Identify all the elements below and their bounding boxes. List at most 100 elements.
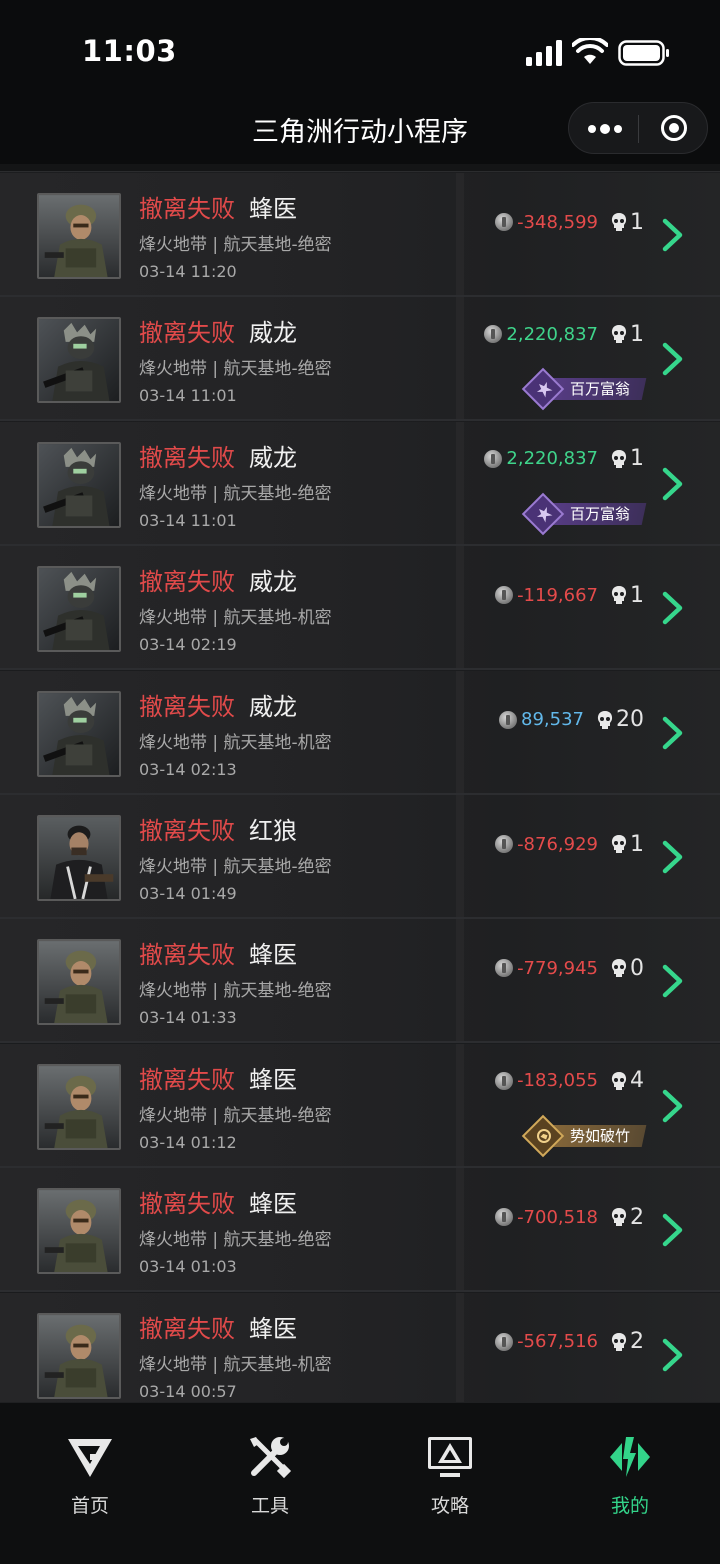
match-time: 03-14 02:19 — [139, 635, 237, 655]
operator-avatar — [37, 1063, 121, 1150]
operator-name: 红狼 — [249, 817, 297, 845]
operator-name: 蜂医 — [249, 1314, 297, 1343]
map-mode-label: 烽火地带 | 航天基地-机密 — [139, 1354, 332, 1375]
status-bar: 11:03 — [0, 0, 720, 100]
operator-portrait-icon — [39, 1190, 119, 1273]
operator-name: 威龙 — [249, 692, 297, 721]
match-stats: -779,945 0 — [495, 953, 644, 983]
operator-portrait-icon — [39, 568, 119, 651]
operator-avatar — [37, 1188, 121, 1275]
extraction-status: 撤离失败 — [139, 1065, 235, 1094]
operator-avatar — [37, 815, 121, 901]
tab-tools[interactable]: 工具 — [220, 1433, 320, 1523]
badge-label: 百万富翁 — [570, 504, 631, 523]
skull-kills-icon — [611, 325, 627, 344]
tab-label: 攻略 — [430, 1495, 469, 1517]
nav-bar: 三角洲行动小程序 — [0, 100, 720, 164]
operator-name: 威龙 — [249, 568, 297, 597]
currency-coin-icon — [495, 1208, 514, 1227]
match-time: 03-14 01:03 — [139, 1257, 237, 1277]
tab-label: 工具 — [250, 1495, 289, 1517]
match-record-row[interactable]: 撤离失败 蜂医烽火地带 | 航天基地-机密 03-14 00:57 -567,516 2 — [0, 1292, 720, 1402]
match-record-row[interactable]: 撤离失败 蜂医 烽火地带 | 航天基地-绝密 03-14 01:33 -779,945 0 — [0, 919, 720, 1044]
skull-kills-icon — [611, 959, 627, 978]
kill-count: 1 — [630, 446, 644, 472]
map-mode-label: 烽火地带 | 航天基地-绝密 — [139, 1105, 332, 1126]
map-mode-label: 烽火地带 | 航天基地-绝密 — [139, 483, 332, 504]
map-mode-label: 烽火地带 | 航天基地-绝密 — [139, 359, 332, 380]
match-time: 03-14 00:57 — [139, 1381, 237, 1401]
match-record-row[interactable]: 撤离失败 蜂医 烽火地带 | 航天基地-绝密 03-14 11:20 -348,599 1 — [0, 173, 720, 297]
match-record-list[interactable]: 撤离失败 蜂医 烽火地带 | 航天基地-绝密 03-14 11:20 -348,599 1… — [0, 164, 720, 1402]
skull-kills-icon — [611, 213, 627, 231]
match-record-row[interactable]: 撤离失败 蜂医 烽火地带 | 航天基地-绝密 03-14 01:12 -183,055 4… — [0, 1043, 720, 1168]
more-button[interactable] — [569, 103, 638, 153]
chevron-right-icon — [662, 965, 683, 998]
extraction-status: 撤离失败 — [139, 443, 235, 472]
map-mode-label: 烽火地带 | 航天基地-机密 — [139, 608, 332, 629]
more-dot-icon — [614, 125, 622, 133]
map-mode-label: 烽火地带 | 航天基地-绝密 — [139, 981, 332, 1002]
chevron-right-icon — [662, 1338, 683, 1371]
match-stats: -348,599 1 — [495, 207, 644, 237]
kill-count: 1 — [630, 582, 644, 608]
skull-kills-icon — [611, 586, 627, 605]
kill-count: 0 — [630, 955, 644, 981]
match-record-row[interactable]: 撤离失败 蜂医 烽火地带 | 航天基地-绝密 03-14 01:03 -700,518 2 — [0, 1168, 720, 1293]
map-mode-label: 烽火地带 | 航天基地-机密 — [139, 732, 332, 753]
skull-kills-icon — [611, 1332, 627, 1351]
operator-portrait-icon — [39, 319, 119, 402]
operator-portrait-icon — [39, 692, 119, 775]
chevron-right-icon — [662, 840, 683, 874]
close-miniprogram-button[interactable] — [639, 103, 708, 153]
operator-portrait-icon — [39, 443, 119, 526]
target-dot-icon — [669, 123, 679, 133]
value-change: -567,516 — [517, 1331, 598, 1353]
currency-coin-icon — [495, 1332, 514, 1351]
kill-count: 1 — [630, 209, 644, 235]
tab-home[interactable]: 首页 — [40, 1433, 140, 1523]
currency-coin-icon — [495, 959, 514, 978]
profile-diamond-icon — [610, 1437, 650, 1477]
chevron-right-icon — [662, 1213, 683, 1247]
match-stats: -183,055 4 — [495, 1066, 644, 1096]
operator-portrait-icon — [39, 941, 119, 1024]
map-mode-label: 烽火地带 | 航天基地-绝密 — [139, 235, 332, 255]
tab-mine[interactable]: 我的 — [580, 1433, 680, 1523]
operator-name: 蜂医 — [249, 1190, 297, 1219]
kill-count: 20 — [616, 707, 644, 733]
wifi-icon — [572, 38, 608, 64]
tab-guide[interactable]: 攻略 — [400, 1433, 500, 1523]
operator-portrait-icon — [39, 1314, 119, 1397]
currency-coin-icon — [495, 1071, 514, 1090]
chevron-right-icon — [662, 343, 683, 376]
cellular-signal-icon — [526, 40, 562, 66]
match-record-row[interactable]: 撤离失败 威龙 烽火地带 | 航天基地-绝密 03-14 11:01 2,220,837… — [0, 421, 720, 546]
operator-name: 蜂医 — [249, 1065, 297, 1094]
match-record-row[interactable]: 撤离失败 威龙 烽火地带 | 航天基地-绝密 03-14 11:01 2,220,837… — [0, 297, 720, 422]
skull-kills-icon — [611, 449, 627, 468]
operator-name: 蜂医 — [249, 941, 297, 970]
kill-count: 1 — [630, 321, 644, 347]
achievement-badge: 百万富翁 — [521, 368, 647, 411]
operator-avatar — [37, 566, 121, 653]
operator-portrait-icon — [39, 817, 119, 899]
match-time: 03-14 11:01 — [139, 510, 237, 530]
operator-avatar — [37, 441, 121, 528]
operator-portrait-icon — [39, 195, 119, 277]
chevron-right-icon — [662, 1089, 683, 1123]
match-stats: -567,516 2 — [495, 1327, 644, 1357]
match-time: 03-14 02:13 — [139, 759, 237, 779]
operator-avatar — [37, 939, 121, 1026]
operator-name: 蜂医 — [249, 195, 297, 223]
match-record-row[interactable]: 撤离失败 威龙 烽火地带 | 航天基地-机密 03-14 02:19 -119,667 1 — [0, 546, 720, 671]
more-dot-icon — [588, 125, 596, 133]
extraction-status: 撤离失败 — [139, 1314, 235, 1343]
chevron-right-icon — [662, 591, 683, 625]
operator-avatar — [37, 317, 121, 404]
currency-coin-icon — [484, 449, 503, 468]
match-record-row[interactable]: 撤离失败 威龙 烽火地带 | 航天基地-机密 03-14 02:13 89,537 20 — [0, 670, 720, 795]
match-time: 03-14 01:33 — [139, 1008, 237, 1028]
match-record-row[interactable]: 撤离失败 红狼 烽火地带 | 航天基地-绝密 03-14 01:49 -876,929 1 — [0, 795, 720, 919]
tab-label: 首页 — [70, 1495, 109, 1517]
